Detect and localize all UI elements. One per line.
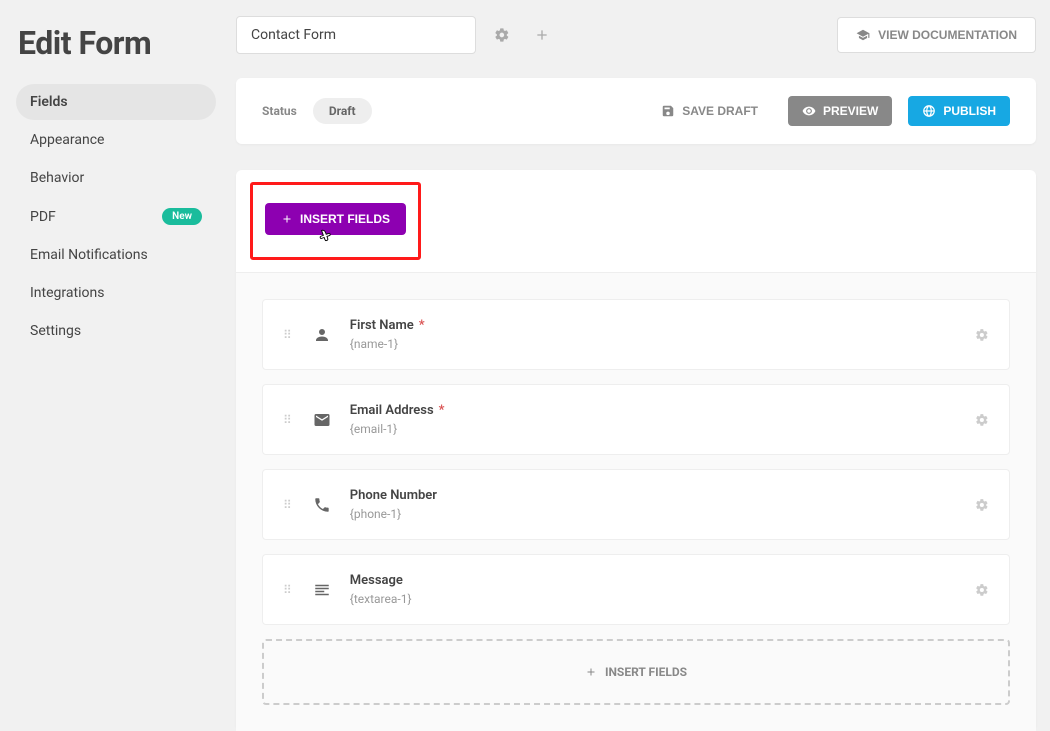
- plus-icon: [281, 213, 293, 225]
- field-token: {textarea-1}: [350, 592, 959, 606]
- fields-card: INSERT FIELDS ⠿ First Name * {name-1} ⠿ Emai…: [236, 170, 1036, 731]
- field-text: Message {textarea-1}: [350, 573, 959, 606]
- insert-fields-drop-label: INSERT FIELDS: [605, 665, 687, 679]
- field-label: Message: [350, 573, 959, 588]
- status-label: Status: [262, 104, 297, 118]
- insert-fields-dropzone[interactable]: INSERT FIELDS: [262, 639, 1010, 705]
- required-indicator: *: [419, 318, 425, 333]
- gear-icon[interactable]: [975, 498, 989, 512]
- field-label: Email Address *: [350, 403, 959, 418]
- cursor-icon: [317, 227, 335, 245]
- sidebar-item-label: Behavior: [30, 170, 84, 186]
- field-label: Phone Number: [350, 488, 959, 503]
- page-title: Edit Form: [18, 24, 216, 62]
- mail-icon: [310, 411, 334, 429]
- phone-icon: [310, 496, 334, 514]
- status-bar: Status Draft SAVE DRAFT PREVIEW PUBLISH: [236, 78, 1036, 144]
- preview-button[interactable]: PREVIEW: [788, 96, 892, 126]
- sidebar-item-label: Integrations: [30, 285, 104, 301]
- sidebar-item-appearance[interactable]: Appearance: [16, 122, 216, 158]
- sidebar-item-label: Fields: [30, 94, 68, 110]
- drag-handle-icon[interactable]: ⠿: [283, 501, 294, 509]
- required-indicator: *: [439, 403, 445, 418]
- eye-icon: [802, 104, 816, 118]
- sidebar-item-label: Email Notifications: [30, 247, 148, 263]
- field-text: First Name * {name-1}: [350, 318, 959, 351]
- save-draft-button[interactable]: SAVE DRAFT: [647, 96, 772, 126]
- gear-icon[interactable]: [488, 21, 516, 49]
- fields-list: ⠿ First Name * {name-1} ⠿ Email Address * {em…: [236, 272, 1036, 731]
- sidebar-item-pdf[interactable]: PDF New: [16, 198, 216, 235]
- field-row[interactable]: ⠿ Message {textarea-1}: [262, 554, 1010, 625]
- globe-icon: [922, 104, 936, 118]
- sidebar-item-settings[interactable]: Settings: [16, 313, 216, 349]
- graduation-cap-icon: [856, 28, 870, 42]
- insert-fields-label: INSERT FIELDS: [300, 212, 390, 226]
- person-icon: [310, 326, 334, 344]
- sidebar-item-label: Settings: [30, 323, 81, 339]
- field-text: Email Address * {email-1}: [350, 403, 959, 436]
- field-token: {name-1}: [350, 337, 959, 351]
- textarea-icon: [310, 581, 334, 599]
- form-name-input[interactable]: Contact Form: [236, 16, 476, 54]
- sidebar-nav: Fields Appearance Behavior PDF New Email Noti…: [16, 84, 216, 349]
- field-token: {phone-1}: [350, 507, 959, 521]
- sidebar-item-email-notifications[interactable]: Email Notifications: [16, 237, 216, 273]
- new-badge: New: [162, 208, 202, 225]
- field-token: {email-1}: [350, 422, 959, 436]
- field-row[interactable]: ⠿ Phone Number {phone-1}: [262, 469, 1010, 540]
- plus-icon: [585, 666, 597, 678]
- sidebar: Edit Form Fields Appearance Behavior PDF New…: [0, 0, 232, 686]
- sidebar-item-label: Appearance: [30, 132, 104, 148]
- drag-handle-icon[interactable]: ⠿: [283, 416, 294, 424]
- status-value: Draft: [313, 98, 372, 124]
- publish-label: PUBLISH: [943, 104, 996, 118]
- drag-handle-icon[interactable]: ⠿: [283, 331, 294, 339]
- sidebar-item-integrations[interactable]: Integrations: [16, 275, 216, 311]
- gear-icon[interactable]: [975, 583, 989, 597]
- sidebar-item-behavior[interactable]: Behavior: [16, 160, 216, 196]
- field-text: Phone Number {phone-1}: [350, 488, 959, 521]
- drag-handle-icon[interactable]: ⠿: [283, 586, 294, 594]
- publish-button[interactable]: PUBLISH: [908, 96, 1010, 126]
- field-row[interactable]: ⠿ Email Address * {email-1}: [262, 384, 1010, 455]
- save-draft-label: SAVE DRAFT: [682, 104, 758, 118]
- sidebar-item-label: PDF: [30, 209, 56, 225]
- insert-fields-button[interactable]: INSERT FIELDS: [265, 203, 406, 235]
- main: Contact Form VIEW DOCUMENTATION Status D…: [232, 0, 1050, 686]
- insert-fields-highlight: INSERT FIELDS: [250, 182, 421, 260]
- gear-icon[interactable]: [975, 328, 989, 342]
- sidebar-item-fields[interactable]: Fields: [16, 84, 216, 120]
- field-label: First Name *: [350, 318, 959, 333]
- preview-label: PREVIEW: [823, 104, 878, 118]
- plus-icon[interactable]: [528, 21, 556, 49]
- view-documentation-label: VIEW DOCUMENTATION: [878, 28, 1017, 42]
- field-row[interactable]: ⠿ First Name * {name-1}: [262, 299, 1010, 370]
- save-icon: [661, 104, 675, 118]
- view-documentation-button[interactable]: VIEW DOCUMENTATION: [837, 17, 1036, 53]
- gear-icon[interactable]: [975, 413, 989, 427]
- topbar: Contact Form VIEW DOCUMENTATION: [236, 16, 1036, 54]
